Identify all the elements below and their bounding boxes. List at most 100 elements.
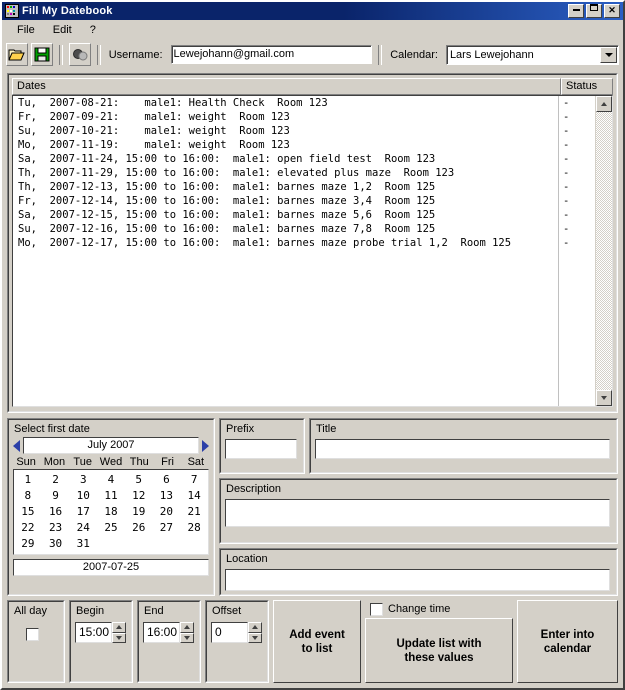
calendar-dow-sun: Sun [16, 456, 36, 468]
calendar-day[interactable]: 17 [69, 504, 97, 520]
menu-file[interactable]: File [8, 22, 44, 38]
calendar-day[interactable]: 22 [14, 520, 42, 536]
calendar-day[interactable]: 5 [125, 472, 153, 488]
connect-button[interactable] [68, 43, 91, 66]
calendar-day[interactable]: 7 [180, 472, 208, 488]
calendar-day[interactable]: 9 [42, 488, 70, 504]
status-badge: - [563, 125, 570, 137]
dates-list[interactable]: Tu, 2007-08-21: male1: Health Check Room… [12, 95, 613, 407]
calendar-select-value: Lars Lewejohann [449, 48, 534, 61]
calendar-day[interactable]: 3 [69, 472, 97, 488]
calendar-day[interactable]: 16 [42, 504, 70, 520]
table-row[interactable]: Tu, 2007-08-21: male1: Health Check Room… [13, 96, 558, 110]
calendar-day[interactable]: 10 [69, 488, 97, 504]
offset-spinner[interactable] [248, 622, 262, 643]
calendar-day[interactable]: 8 [14, 488, 42, 504]
column-header-dates[interactable]: Dates [12, 78, 561, 95]
all-day-checkbox[interactable] [26, 628, 39, 641]
scroll-down-button[interactable] [596, 390, 612, 406]
dates-list-panel: Dates Status Tu, 2007-08-21: male1: Heal… [7, 73, 618, 413]
end-spinner[interactable] [180, 622, 194, 643]
table-row[interactable]: Sa, 2007-11-24, 15:00 to 16:00: male1: o… [13, 152, 558, 166]
enter-into-calendar-button[interactable]: Enter into calendar [517, 600, 618, 683]
calendar-day[interactable]: 23 [42, 520, 70, 536]
open-folder-button[interactable] [6, 43, 28, 66]
mid-section: Select first date July 2007 Sun Mon Tue Wed… [7, 418, 618, 596]
begin-spin-down[interactable] [112, 632, 126, 643]
calendar-month-label[interactable]: July 2007 [23, 437, 199, 454]
prefix-input[interactable] [225, 439, 297, 459]
status-badge: - [563, 223, 570, 235]
enter-line1: Enter into [540, 628, 595, 641]
table-row[interactable]: Su, 2007-10-21: male1: weight Room 123 [13, 124, 558, 138]
calendar-select-arrow[interactable] [600, 46, 618, 63]
calendar-day[interactable]: 28 [180, 520, 208, 536]
calendar-day[interactable]: 26 [125, 520, 153, 536]
calendar-day[interactable]: 1 [14, 472, 42, 488]
calendar-day[interactable]: 2 [42, 472, 70, 488]
chevron-right-icon[interactable] [202, 439, 209, 452]
update-list-button[interactable]: Update list with these values [365, 618, 513, 683]
end-spin-up[interactable] [180, 622, 194, 633]
title-bar: Fill My Datebook ✕ [2, 2, 623, 20]
calendar-day[interactable]: 12 [125, 488, 153, 504]
close-button[interactable]: ✕ [604, 4, 620, 18]
calendar-grid: 1 2 3 4 5 6 7 8 9 10 11 12 13 14 15 16 17 18 19 20 21 22 23 24 2… [14, 470, 208, 552]
offset-spin-down[interactable] [248, 632, 262, 643]
table-row[interactable]: Th, 2007-11-29, 15:00 to 16:00: male1: e… [13, 166, 558, 180]
minimize-button[interactable] [568, 4, 584, 18]
location-input[interactable] [225, 569, 610, 591]
add-event-to-list-button[interactable]: Add event to list [273, 600, 361, 683]
menu-edit[interactable]: Edit [44, 22, 81, 38]
maximize-button[interactable] [586, 4, 602, 18]
title-group: Title [309, 418, 618, 474]
calendar-day[interactable]: 30 [42, 536, 70, 552]
title-input[interactable] [315, 439, 610, 459]
calendar-day[interactable]: 13 [153, 488, 181, 504]
list-vertical-scrollbar[interactable] [595, 96, 612, 406]
calendar-day[interactable]: 25 [97, 520, 125, 536]
scroll-up-button[interactable] [596, 96, 612, 112]
calendar-day[interactable]: 11 [97, 488, 125, 504]
menu-help[interactable]: ? [81, 22, 105, 38]
calendar-day[interactable]: 15 [14, 504, 42, 520]
column-header-status[interactable]: Status [561, 78, 613, 95]
username-input[interactable]: Lewejohann@gmail.com [170, 45, 373, 64]
calendar-select[interactable]: Lars Lewejohann [445, 44, 620, 65]
table-row[interactable]: Mo, 2007-11-19: male1: weight Room 123 [13, 138, 558, 152]
table-row[interactable]: Sa, 2007-12-15, 15:00 to 16:00: male1: b… [13, 208, 558, 222]
calendar-day[interactable]: 31 [69, 536, 97, 552]
event-fields-column: Prefix Title Description Location [219, 418, 618, 596]
calendar-day[interactable]: 21 [180, 504, 208, 520]
offset-spin-up[interactable] [248, 622, 262, 633]
end-time-input[interactable]: 16:00 [143, 622, 180, 643]
calendar-day[interactable]: 27 [153, 520, 181, 536]
calendar-day[interactable]: 4 [97, 472, 125, 488]
table-row[interactable]: Fr, 2007-12-14, 15:00 to 16:00: male1: b… [13, 194, 558, 208]
calendar-nav: July 2007 [9, 437, 213, 454]
end-spin-down[interactable] [180, 632, 194, 643]
update-line2: these values [404, 651, 474, 664]
begin-time-input[interactable]: 15:00 [75, 622, 112, 643]
begin-spinner[interactable] [112, 622, 126, 643]
table-row[interactable]: Th, 2007-12-13, 15:00 to 16:00: male1: b… [13, 180, 558, 194]
save-button[interactable] [30, 43, 53, 66]
table-row[interactable]: Fr, 2007-09-21: male1: weight Room 123 [13, 110, 558, 124]
calendar-day[interactable]: 19 [125, 504, 153, 520]
change-time-checkbox[interactable] [370, 602, 383, 616]
calendar-day[interactable]: 14 [180, 488, 208, 504]
description-input[interactable] [225, 499, 610, 527]
chevron-left-icon[interactable] [13, 439, 20, 452]
end-label: End [144, 605, 164, 617]
begin-spin-up[interactable] [112, 622, 126, 633]
table-row[interactable]: Mo, 2007-12-17, 15:00 to 16:00: male1: b… [13, 236, 558, 250]
calendar-day[interactable]: 18 [97, 504, 125, 520]
table-row[interactable]: Su, 2007-12-16, 15:00 to 16:00: male1: b… [13, 222, 558, 236]
calendar-day[interactable]: 6 [153, 472, 181, 488]
calendar-day[interactable]: 24 [69, 520, 97, 536]
calendar-day[interactable]: 20 [153, 504, 181, 520]
calendar-day[interactable]: 29 [14, 536, 42, 552]
prefix-label: Prefix [226, 423, 255, 435]
calendar-grid-wrapper[interactable]: 1 2 3 4 5 6 7 8 9 10 11 12 13 14 15 16 17 18 19 20 21 22 23 24 2… [13, 469, 209, 555]
offset-input[interactable]: 0 [211, 622, 248, 643]
